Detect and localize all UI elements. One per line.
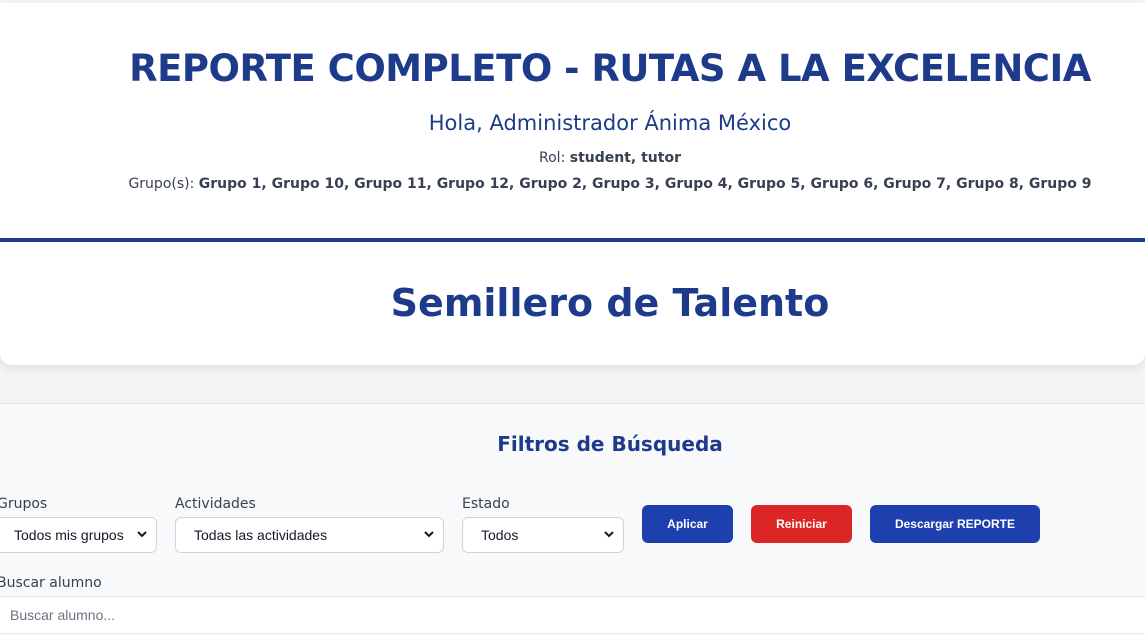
search-placeholder: Buscar alumno... xyxy=(10,607,116,623)
role-line: Rol: student, tutor xyxy=(0,150,1145,166)
filters-panel: Filtros de Búsqueda Grupos Todos mis gru… xyxy=(0,403,1145,635)
greeting-text: Hola, Administrador Ánima México xyxy=(428,111,792,135)
section-title: Semillero de Talento xyxy=(390,281,830,325)
report-title: REPORTE COMPLETO - RUTAS A LA EXCELENCIA xyxy=(129,47,1091,90)
chevron-down-icon xyxy=(424,531,434,538)
activities-select[interactable]: Todas las actividades xyxy=(175,517,444,553)
role-value: student, tutor xyxy=(569,150,681,166)
reset-button[interactable]: Reiniciar xyxy=(751,505,852,543)
groups-value: Grupo 1, Grupo 10, Grupo 11, Grupo 12, G… xyxy=(198,176,1092,192)
groups-filter-label: Grupos xyxy=(0,496,48,512)
activities-select-value: Todas las actividades xyxy=(194,527,328,543)
chevron-down-icon xyxy=(604,531,614,538)
role-label: Rol: xyxy=(539,150,570,166)
status-filter-label: Estado xyxy=(462,496,510,512)
download-report-button[interactable]: Descargar REPORTE xyxy=(870,505,1040,543)
status-select[interactable]: Todos xyxy=(462,517,624,553)
groups-select[interactable]: Todos mis grupos xyxy=(0,517,157,553)
activities-filter-label: Actividades xyxy=(175,496,256,512)
groups-select-value: Todos mis grupos xyxy=(14,527,124,543)
groups-line: Grupo(s): Grupo 1, Grupo 10, Grupo 11, G… xyxy=(0,176,1145,192)
chevron-down-icon xyxy=(137,531,147,538)
search-student-label: Buscar alumno xyxy=(0,575,102,591)
groups-label: Grupo(s): xyxy=(128,176,199,192)
apply-button[interactable]: Aplicar xyxy=(642,505,733,543)
header-divider xyxy=(0,238,1145,242)
status-select-value: Todos xyxy=(481,527,519,543)
report-header-card: REPORTE COMPLETO - RUTAS A LA EXCELENCIA… xyxy=(0,3,1145,365)
search-student-input[interactable]: Buscar alumno... xyxy=(0,596,1145,634)
filters-title: Filtros de Búsqueda xyxy=(497,432,723,456)
